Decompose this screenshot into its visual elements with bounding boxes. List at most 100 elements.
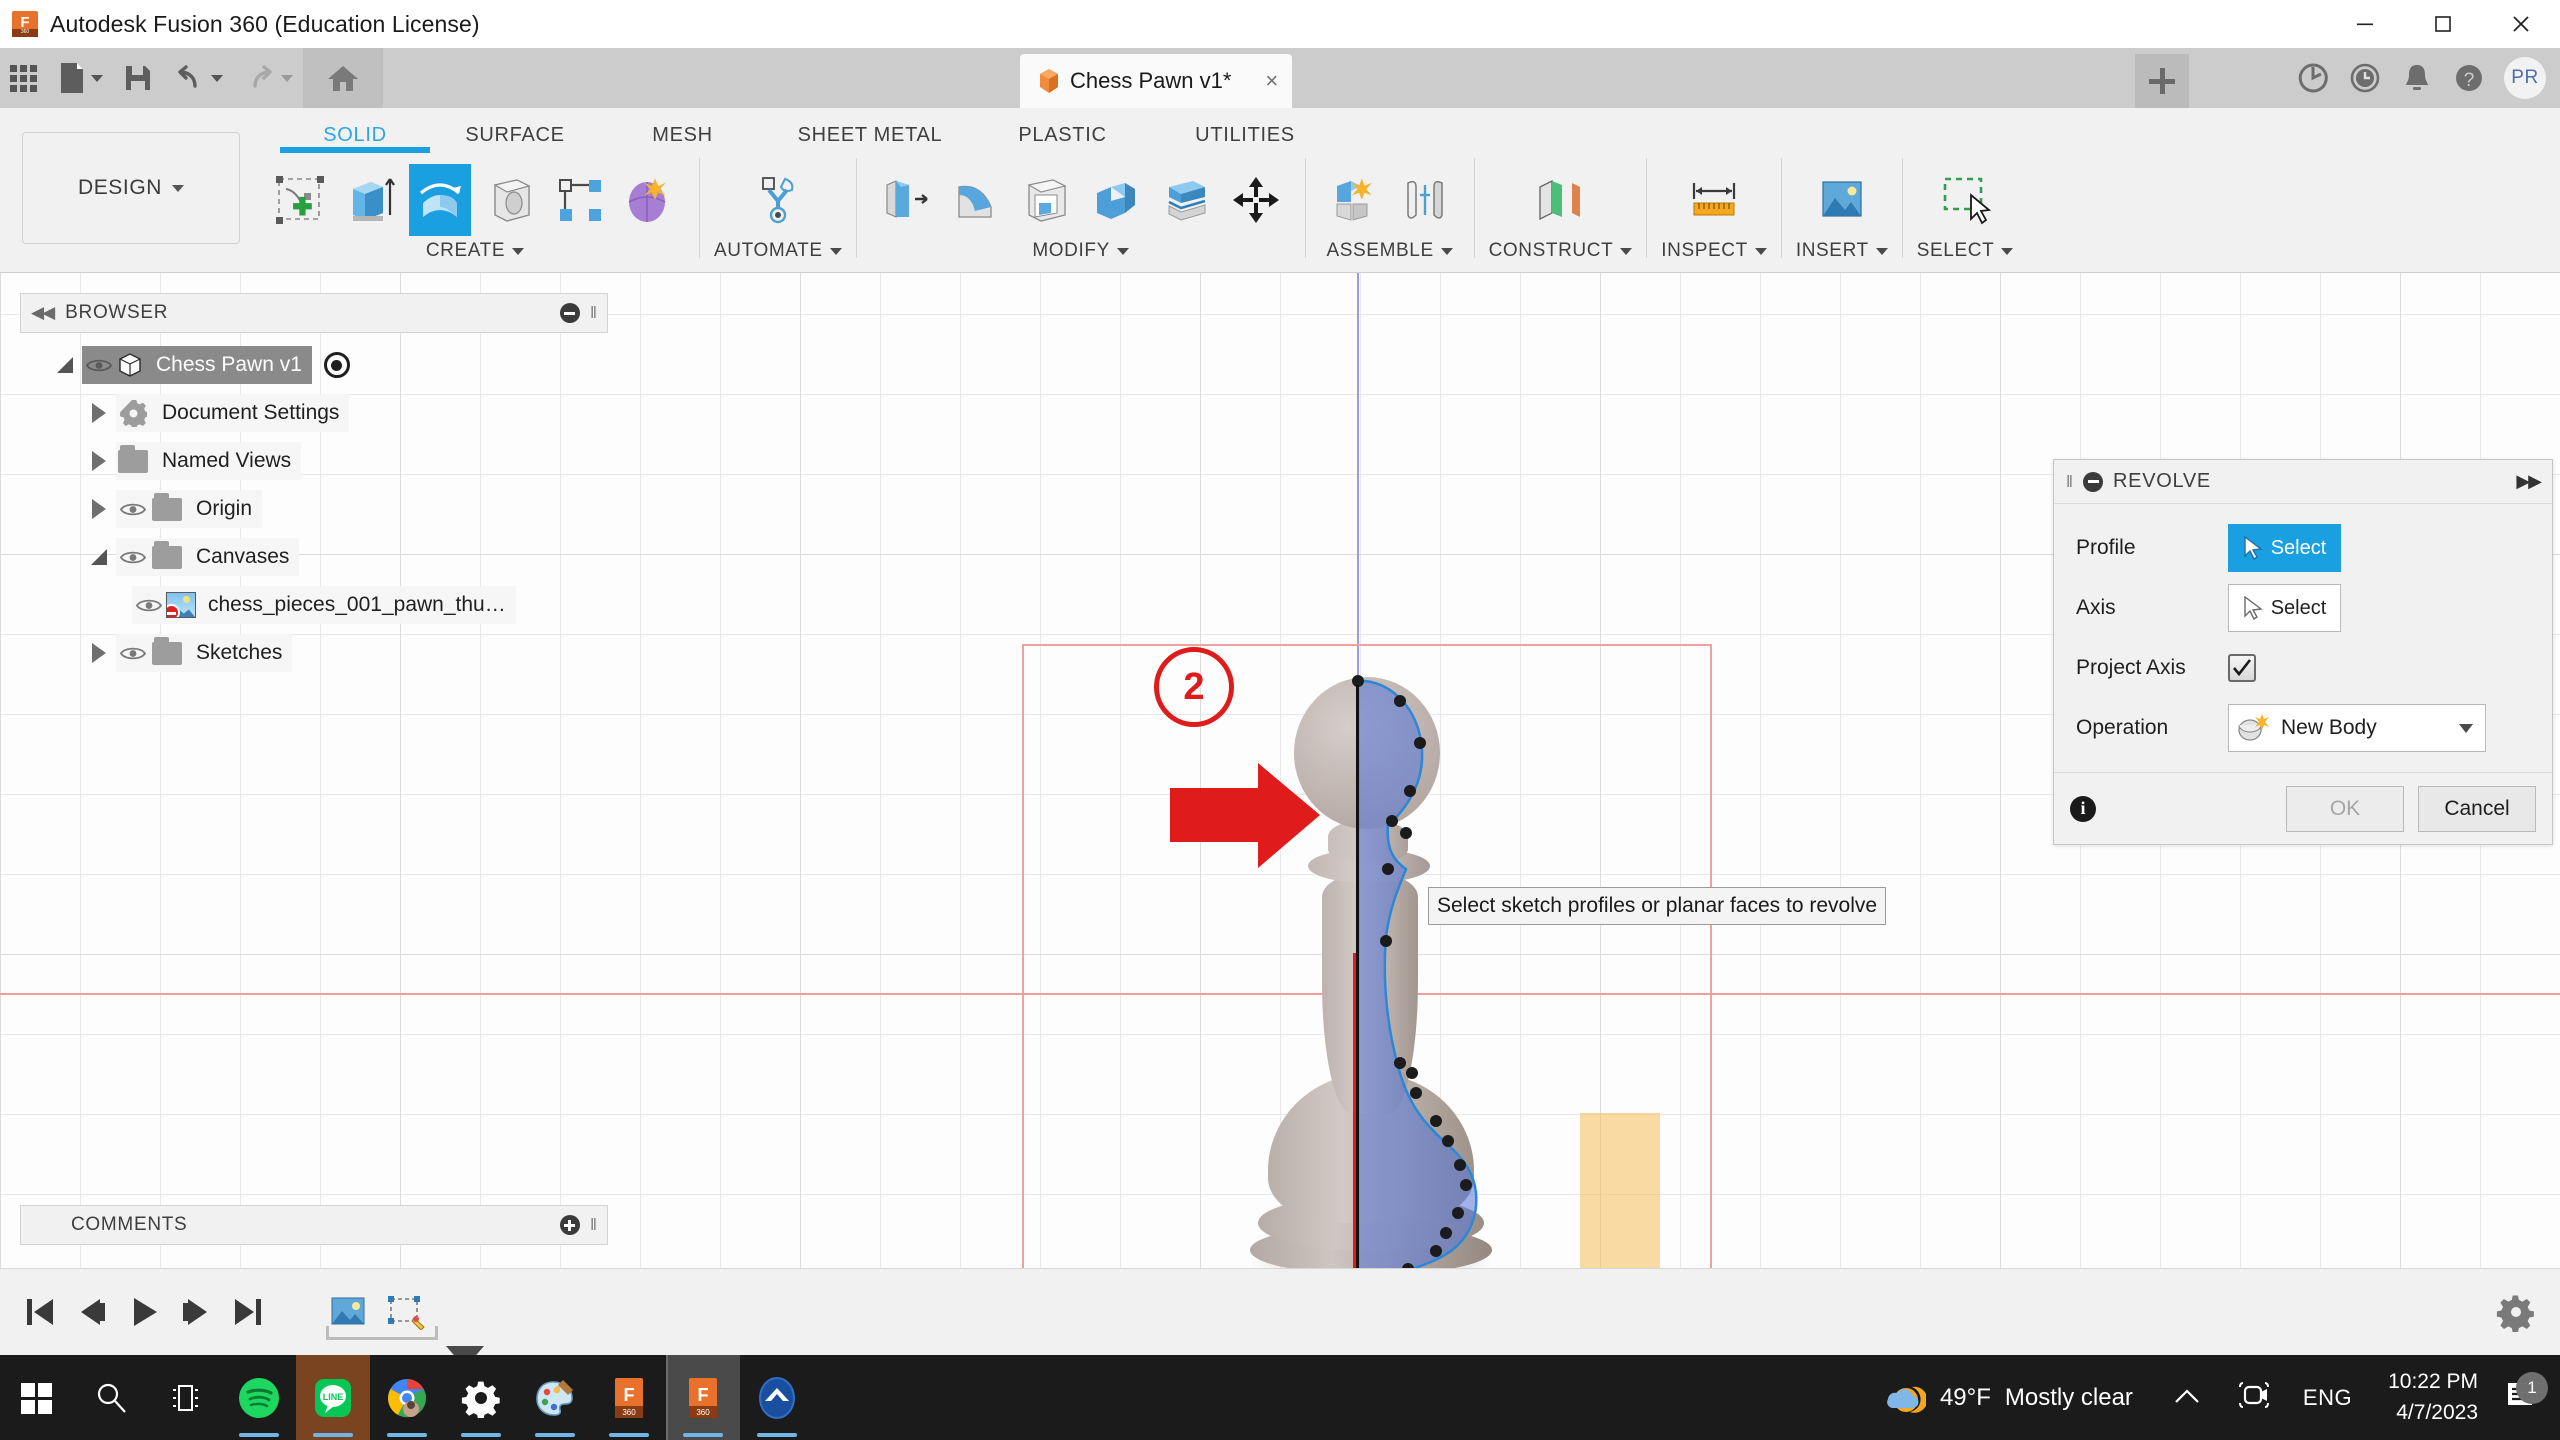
collapse-icon[interactable] [2083,471,2104,492]
start-button[interactable] [0,1355,74,1440]
tree-item-document-settings[interactable]: Document Settings [20,389,608,437]
twisty-closed-icon[interactable] [82,403,116,423]
redo-button[interactable] [233,48,303,108]
tree-item-canvas-image[interactable]: chess_pieces_001_pawn_thu… [20,581,608,629]
expand-right-icon[interactable]: ▶▶ [2516,471,2542,492]
twisty-open-icon[interactable] [82,549,116,565]
maximize-button[interactable] [2404,0,2482,48]
combine-icon[interactable] [1085,164,1147,236]
revolve-dialog-header[interactable]: ‖ REVOLVE ▶▶ [2054,460,2552,504]
revolve-icon[interactable] [409,164,471,236]
panel-modify-label[interactable]: MODIFY [1032,240,1129,262]
chevron-down-icon[interactable] [2459,723,2473,733]
move-copy-icon[interactable] [1225,164,1287,236]
tab-sheet-metal[interactable]: SHEET METAL [765,124,975,153]
go-to-beginning-button[interactable] [14,1282,66,1342]
weather-widget[interactable]: 49°F Mostly clear [1866,1379,2151,1417]
undo-chevron-down-icon[interactable] [211,74,223,82]
twisty-closed-icon[interactable] [82,643,116,663]
data-panel-grid-icon[interactable] [0,48,47,108]
visibility-eye-icon[interactable] [116,542,150,572]
clock[interactable]: 10:22 PM 4/7/2023 [2370,1367,2496,1428]
search-button[interactable] [74,1355,148,1440]
job-status-icon[interactable] [2296,61,2330,95]
tree-item-sketches[interactable]: Sketches [20,629,608,677]
visibility-eye-icon[interactable] [82,350,116,380]
fusion360-app[interactable]: F 360 [592,1355,666,1440]
recent-clock-icon[interactable] [2348,61,2382,95]
panel-automate-label[interactable]: AUTOMATE [714,240,842,262]
spotify-app[interactable] [222,1355,296,1440]
sketch-axis-line[interactable] [1356,685,1359,1285]
paint-app[interactable] [518,1355,592,1440]
redo-chevron-down-icon[interactable] [281,74,293,82]
undo-button[interactable] [163,48,233,108]
collapse-all-icon[interactable] [559,303,580,323]
document-tab[interactable]: Chess Pawn v1* × [1020,54,1293,108]
task-view-button[interactable] [148,1355,222,1440]
line-app[interactable]: LINE [296,1355,370,1440]
tab-surface[interactable]: SURFACE [430,124,600,153]
step-back-button[interactable] [66,1282,118,1342]
panel-inspect-label[interactable]: INSPECT [1661,240,1767,262]
minimize-button[interactable] [2326,0,2404,48]
tray-overflow-chevron-up-icon[interactable] [2151,1385,2223,1411]
tree-item-origin[interactable]: Origin [20,485,608,533]
close-icon[interactable]: × [1265,70,1278,92]
create-sketch-icon[interactable] [269,164,331,236]
form-icon[interactable] [619,164,681,236]
timeline-settings-gear-icon[interactable] [2496,1292,2536,1333]
extrude-icon[interactable] [339,164,401,236]
save-button[interactable] [113,48,163,108]
new-component-icon[interactable] [1324,164,1386,236]
step-forward-button[interactable] [170,1282,222,1342]
avatar[interactable]: PR [2504,57,2546,99]
panel-create-label[interactable]: CREATE [426,240,525,262]
panel-grip[interactable]: ‖ [590,1215,597,1235]
ok-button[interactable]: OK [2286,785,2404,832]
add-comment-icon[interactable] [559,1215,580,1235]
fusion360-app-active[interactable]: F 360 [666,1355,740,1440]
chrome-app[interactable] [370,1355,444,1440]
panel-insert-label[interactable]: INSERT [1796,240,1888,262]
tab-solid[interactable]: SOLID [280,124,430,153]
go-to-end-button[interactable] [222,1282,274,1342]
panel-construct-label[interactable]: CONSTRUCT [1489,240,1633,262]
twisty-open-icon[interactable] [48,357,82,373]
fillet-icon[interactable] [945,164,1007,236]
press-pull-icon[interactable] [875,164,937,236]
file-menu-button[interactable] [47,48,113,108]
axis-select-button[interactable]: Select [2228,584,2341,632]
tab-mesh[interactable]: MESH [600,124,765,153]
tab-utilities[interactable]: UTILITIES [1150,124,1340,153]
select-window-icon[interactable] [1934,164,1996,236]
autodesk-app[interactable] [740,1355,814,1440]
measure-icon[interactable] [1683,164,1745,236]
close-button[interactable] [2482,0,2560,48]
camera-icon[interactable] [2223,1378,2285,1417]
notification-center-button[interactable]: 1 [2496,1372,2560,1418]
visibility-eye-icon[interactable] [132,590,166,620]
automate-assembly-icon[interactable] [747,164,809,236]
offset-plane-icon[interactable] [1529,164,1591,236]
split-face-icon[interactable] [1155,164,1217,236]
rib-icon[interactable] [549,164,611,236]
tree-item-chess-pawn[interactable]: Chess Pawn v1 [20,341,608,389]
twisty-closed-icon[interactable] [82,499,116,519]
panel-assemble-label[interactable]: ASSEMBLE [1326,240,1453,262]
joint-icon[interactable] [1394,164,1456,236]
project-axis-checkbox[interactable] [2228,654,2256,682]
panel-grip[interactable]: ‖ [590,303,597,323]
activate-component-radio[interactable] [323,352,350,378]
help-icon[interactable]: ? [2452,61,2486,95]
settings-app[interactable] [444,1355,518,1440]
new-tab-button[interactable] [2135,54,2189,108]
profile-select-button[interactable]: Select [2228,524,2341,572]
insert-canvas-icon[interactable] [1811,164,1873,236]
chevron-down-icon[interactable] [91,74,103,82]
tree-item-named-views[interactable]: Named Views [20,437,608,485]
workspace-selector[interactable]: DESIGN [22,132,240,244]
operation-select[interactable]: New Body [2228,704,2486,752]
shell-icon[interactable] [1015,164,1077,236]
cancel-button[interactable]: Cancel [2418,785,2536,832]
